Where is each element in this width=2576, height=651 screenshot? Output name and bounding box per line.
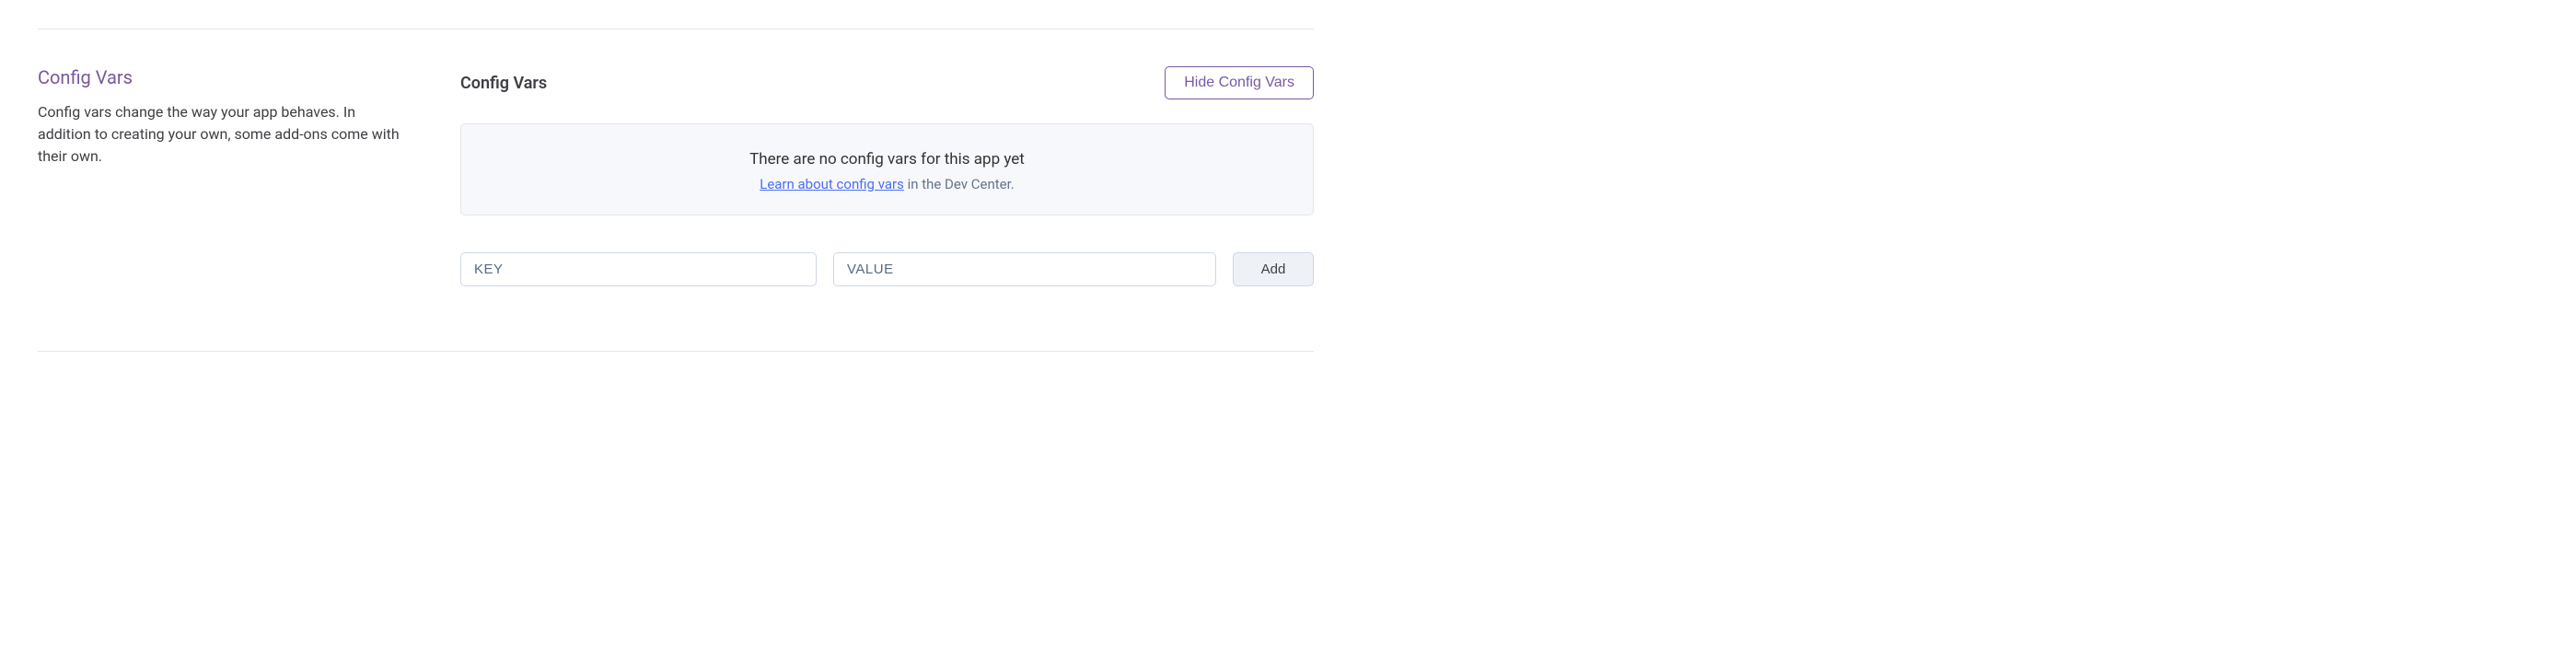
config-value-input[interactable]: [833, 252, 1216, 286]
panel-title: Config Vars: [460, 74, 547, 93]
section-description: Config vars change the way your app beha…: [38, 101, 401, 168]
config-var-form: Add: [460, 252, 1314, 286]
config-vars-panel: Config Vars Hide Config Vars There are n…: [460, 66, 1314, 286]
hide-config-vars-button[interactable]: Hide Config Vars: [1165, 66, 1314, 99]
empty-state-subtext: Learn about config vars in the Dev Cente…: [480, 176, 1294, 192]
learn-config-vars-link[interactable]: Learn about config vars: [760, 176, 904, 192]
empty-state-suffix: in the Dev Center.: [904, 176, 1015, 192]
empty-state-box: There are no config vars for this app ye…: [460, 123, 1314, 215]
section-title: Config Vars: [38, 66, 401, 88]
panel-header: Config Vars Hide Config Vars: [460, 66, 1314, 99]
add-config-var-button[interactable]: Add: [1233, 252, 1314, 286]
section-sidebar: Config Vars Config vars change the way y…: [38, 66, 401, 286]
config-vars-section: Config Vars Config vars change the way y…: [38, 29, 1314, 352]
empty-state-message: There are no config vars for this app ye…: [480, 150, 1294, 169]
config-key-input[interactable]: [460, 252, 817, 286]
